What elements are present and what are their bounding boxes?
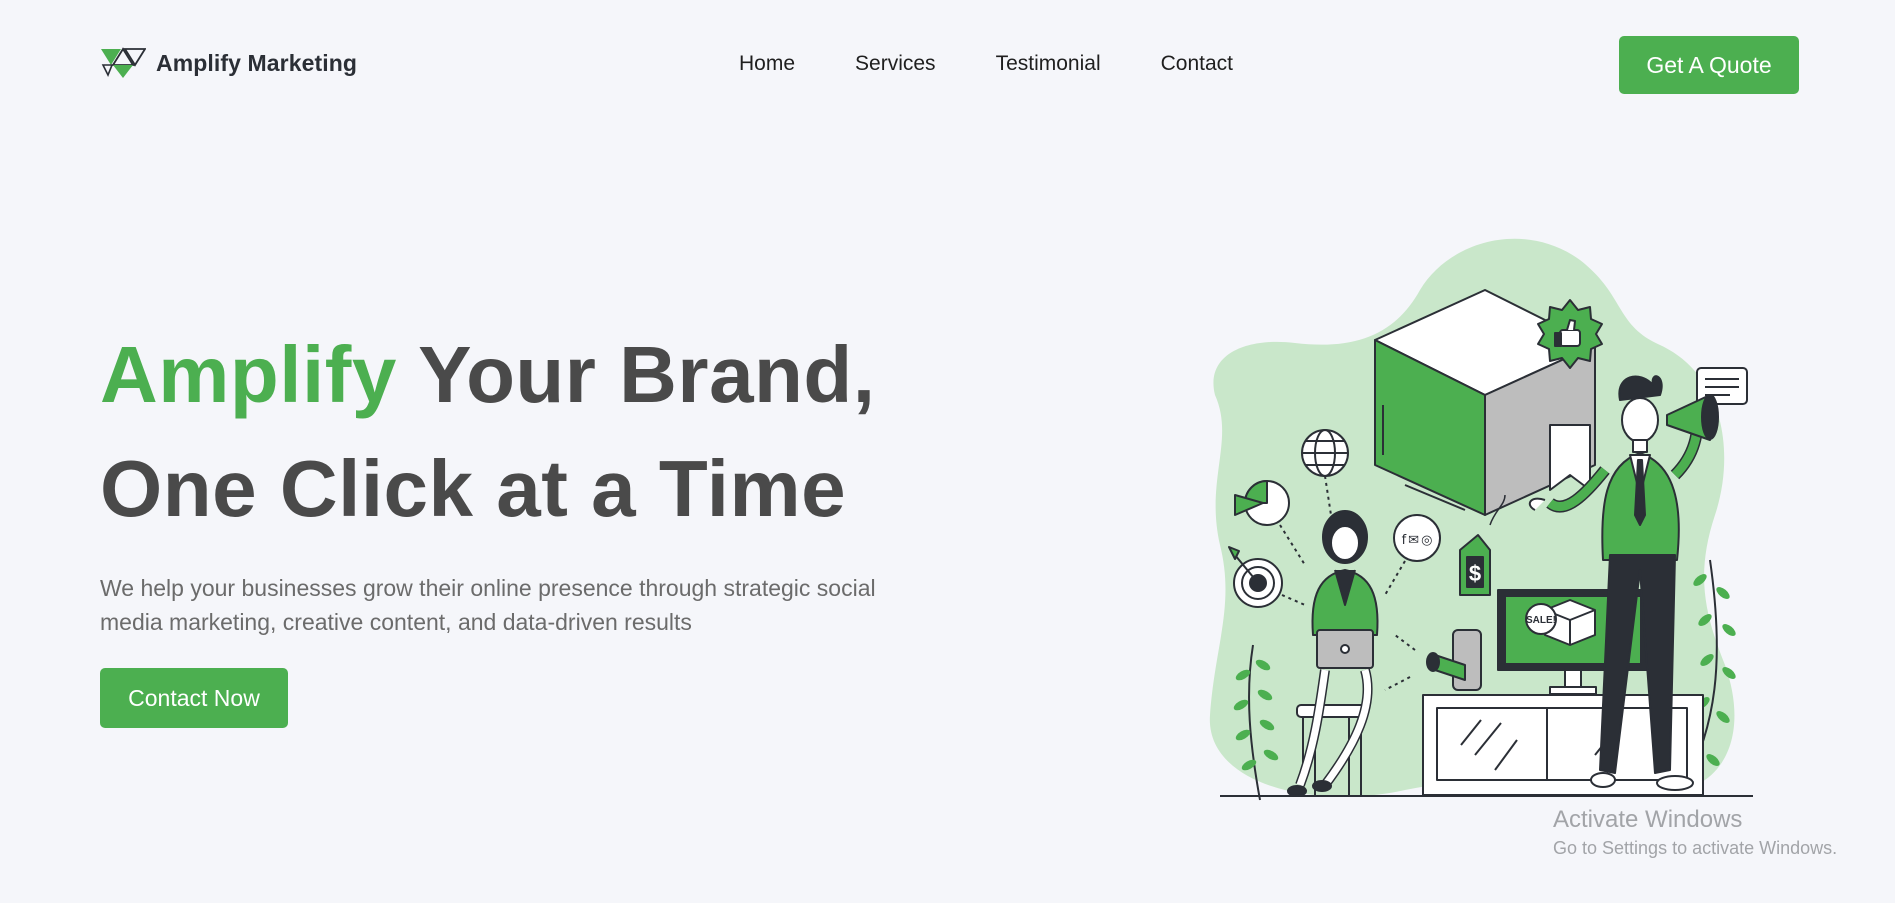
get-quote-button[interactable]: Get A Quote (1619, 36, 1799, 94)
triangle-logo-icon (101, 47, 146, 78)
hero-title-accent: Amplify (100, 330, 397, 419)
brand-logo[interactable]: Amplify Marketing (100, 47, 357, 79)
mail-icon: ✉ (1408, 533, 1419, 548)
activate-windows-title: Activate Windows (1553, 806, 1743, 833)
hero-title-line2: One Click at a Time (100, 444, 847, 533)
marketing-illustration: $ f ✉ ◎ SALE! (1209, 238, 1753, 801)
nav-services[interactable]: Services (855, 52, 936, 76)
landing-page: Amplify Marketing Home Services Testimon… (0, 0, 1895, 903)
main-nav: Home Services Testimonial Contact (739, 52, 1233, 76)
sale-badge: SALE! (1526, 615, 1556, 626)
hero-title-rest: Your Brand, (396, 330, 876, 419)
instagram-icon: ◎ (1421, 533, 1432, 548)
activate-windows-subtitle: Go to Settings to activate Windows. (1553, 838, 1838, 858)
brand-name: Amplify Marketing (156, 49, 358, 76)
facebook-icon: f (1402, 533, 1407, 548)
nav-contact[interactable]: Contact (1161, 52, 1233, 76)
contact-now-button[interactable]: Contact Now (100, 668, 288, 728)
price-tag-symbol: $ (1469, 561, 1481, 586)
hero-subtitle: We help your businesses grow their onlin… (100, 575, 876, 635)
nav-testimonial[interactable]: Testimonial (996, 52, 1101, 76)
nav-home[interactable]: Home (739, 52, 795, 76)
activate-windows-watermark: Activate Windows Go to Settings to activ… (1553, 805, 1837, 861)
hero-title: Amplify Your Brand, One Click at a Time (100, 318, 876, 546)
